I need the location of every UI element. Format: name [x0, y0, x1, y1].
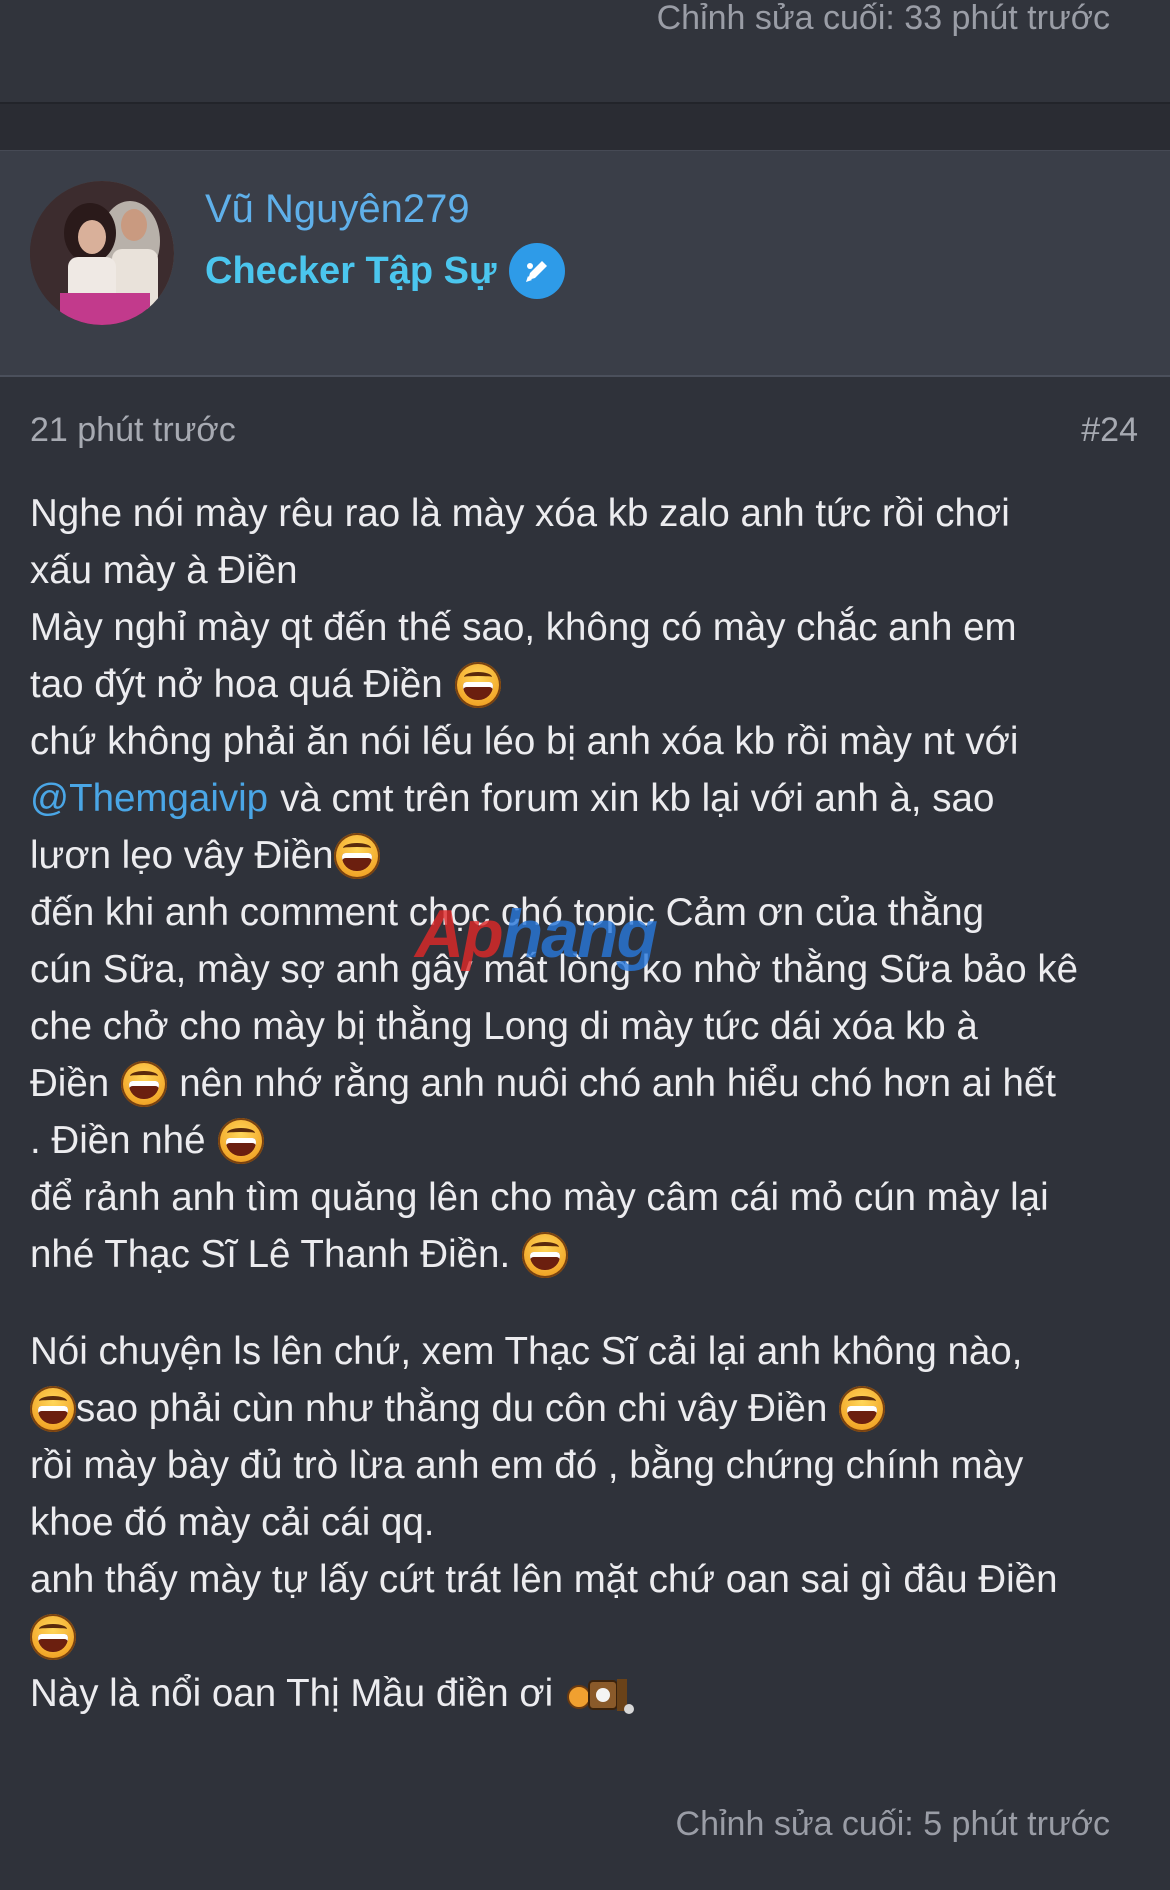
laughing-emoji-icon	[30, 1613, 76, 1660]
laughing-emoji-icon	[454, 661, 501, 708]
user-title: Checker Tập Sự	[205, 243, 565, 299]
post-line: che chở cho mày bị thằng Long di mày tức…	[30, 1005, 978, 1048]
post-line: @Themgaivip và cmt trên forum xin kb lại…	[30, 770, 1145, 827]
post-line: Điền nên nhớ rằng anh nuôi chó anh hiểu …	[30, 1060, 1056, 1107]
avatar[interactable]	[30, 181, 174, 325]
post-line: Nói chuyện ls lên chứ, xem Thạc Sĩ cải l…	[30, 1330, 1023, 1373]
post-line: để rảnh anh tìm quăng lên cho mày câm cá…	[30, 1176, 1049, 1219]
post-line: Nghe nói mày rêu rao là mày xóa kb zalo …	[30, 492, 1010, 535]
post-line: xấu mày à Điền	[30, 549, 298, 592]
post-line: rồi mày bày đủ trò lừa anh em đó , bằng …	[30, 1444, 1024, 1487]
post-line: lươn lẹo vây Điền	[30, 827, 1145, 884]
laughing-emoji-icon	[217, 1117, 264, 1164]
animated-emoji-icon	[565, 1671, 637, 1717]
laughing-emoji-icon	[522, 1231, 569, 1278]
post-timestamp[interactable]: 21 phút trước	[30, 411, 236, 450]
avatar-photo-icon	[30, 181, 174, 325]
post-line: anh thấy mày tự lấy cứt trát lên mặt chứ…	[30, 1558, 1058, 1601]
post-body: Nghe nói mày rêu rao là mày xóa kb zalo …	[30, 485, 1145, 1722]
post-line: đến khi anh comment chọc chó topic Cảm ơ…	[30, 891, 985, 934]
laughing-emoji-icon	[30, 1385, 76, 1432]
mention-link[interactable]: @Themgaivip	[30, 770, 268, 827]
pencil-badge-icon	[508, 243, 565, 299]
laughing-emoji-icon	[121, 1060, 168, 1107]
laughing-emoji-icon	[333, 832, 380, 879]
post-number[interactable]: #24	[1081, 411, 1138, 450]
post-line: Này là nổi oan Thị Mầu điền ơi	[30, 1665, 1145, 1722]
post-line: cún Sữa, mày sợ anh gây mất lòng ko nhờ …	[30, 948, 1079, 991]
previous-post-footer: Chỉnh sửa cuối: 33 phút trước	[0, 0, 1170, 104]
laughing-emoji-icon	[839, 1385, 886, 1432]
user-title-label: Checker Tập Sự	[205, 249, 497, 292]
post-line: tao đýt nở hoa quá Điền	[30, 656, 1145, 713]
post-separator	[0, 104, 1170, 150]
post-line: . Điền nhé	[30, 1112, 1145, 1169]
post-line: chứ không phải ăn nói lếu léo bị anh xóa…	[30, 720, 1019, 763]
user-header: Vũ Nguyên279 Checker Tập Sự	[0, 150, 1170, 378]
username-link[interactable]: Vũ Nguyên279	[205, 187, 470, 232]
post-line: khoe đó mày cải cái qq.	[30, 1501, 435, 1544]
post-line: sao phải cùn như thằng du côn chi vây Đi…	[30, 1380, 1145, 1437]
post: 21 phút trước #24 Nghe nói mày rêu rao l…	[0, 377, 1170, 1890]
post-line	[30, 1608, 1145, 1665]
previous-last-edit: Chỉnh sửa cuối: 33 phút trước	[656, 0, 1110, 37]
post-line: Mày nghỉ mày qt đến thế sao, không có mà…	[30, 606, 1017, 649]
post-line: nhé Thạc Sĩ Lê Thanh Điền.	[30, 1226, 1145, 1283]
last-edit-note: Chỉnh sửa cuối: 5 phút trước	[675, 1805, 1110, 1843]
